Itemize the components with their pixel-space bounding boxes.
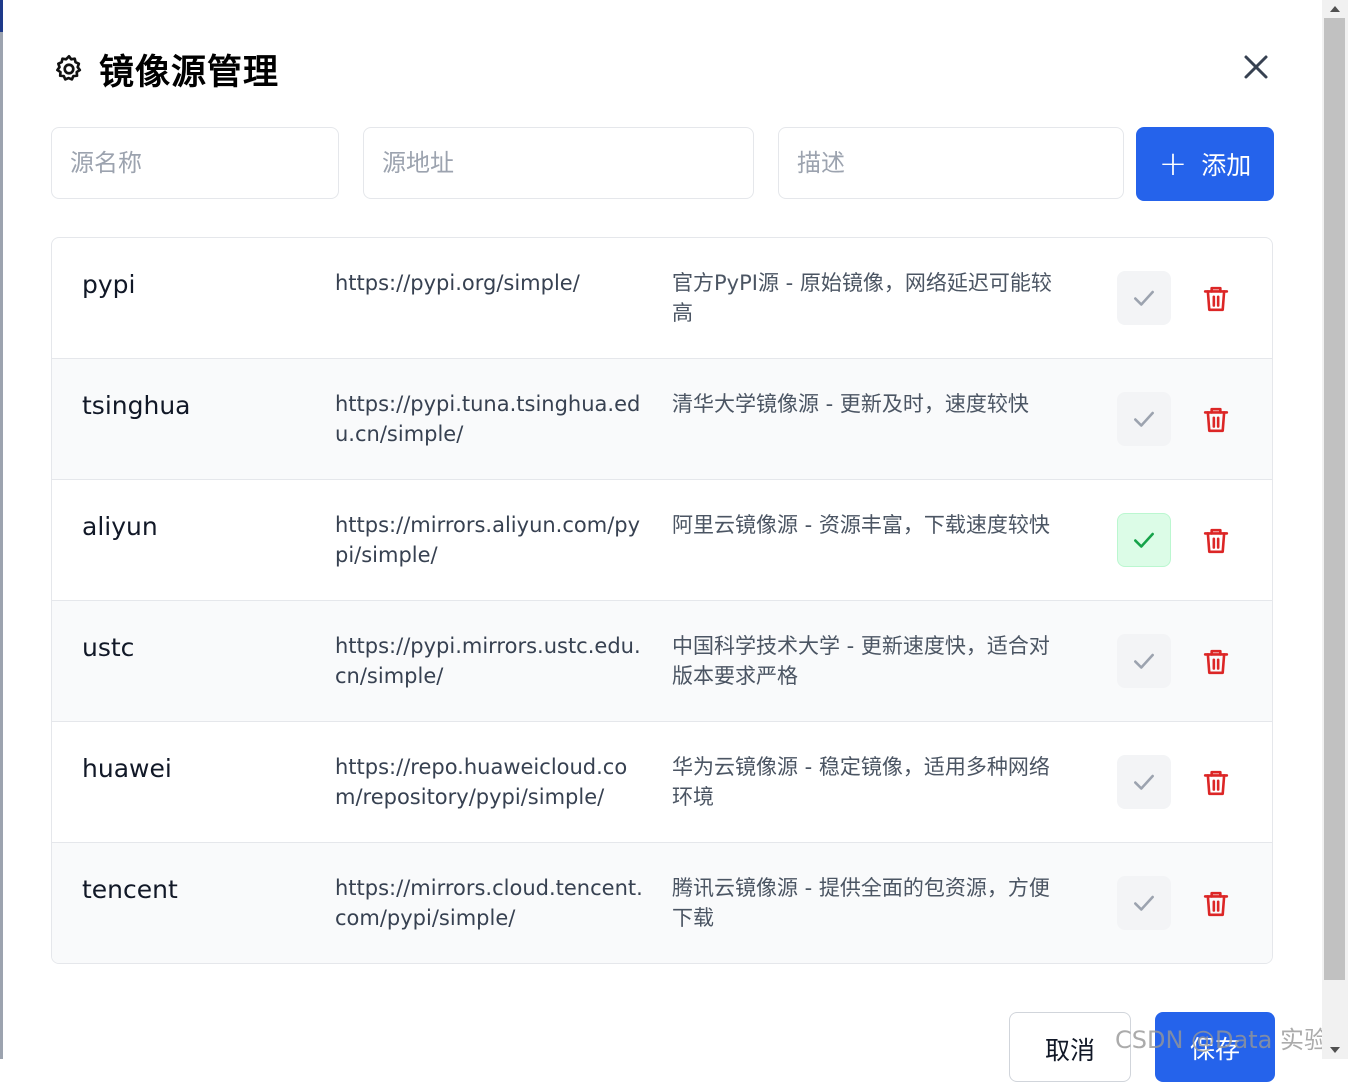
watermark: CSDN @Data 实验室 [1115,1026,1348,1054]
source-name: tencent [82,875,178,904]
source-name: huawei [82,754,172,783]
source-desc-input[interactable] [778,127,1124,199]
delete-source-button[interactable] [1201,525,1231,557]
check-icon [1134,895,1154,911]
delete-source-button[interactable] [1201,767,1231,799]
check-icon [1134,290,1154,306]
check-icon [1134,653,1154,669]
source-row: tencent https://mirrors.cloud.tencent.com… [52,843,1272,963]
source-row: pypi https://pypi.org/simple/官方PyPI源 - 原始… [52,238,1272,359]
trash-icon [1203,286,1229,312]
trash-icon [1203,891,1229,917]
source-row: ustc https://pypi.mirrors.ustc.edu.cn/sim… [52,601,1272,722]
source-row: aliyun https://mirrors.aliyun.com/pypi/si… [52,480,1272,601]
check-icon [1134,411,1154,427]
source-description: 官方PyPI源 - 原始镜像，网络延迟可能较高 [672,271,1052,325]
dialog-title: 镜像源管理 [99,52,280,93]
select-source-button[interactable] [1117,634,1171,688]
select-source-button[interactable] [1117,513,1171,567]
select-source-button[interactable] [1117,755,1171,809]
check-icon [1134,532,1154,548]
vertical-scrollbar[interactable] [1322,0,1348,1059]
source-url: https://mirrors.aliyun.com/pypi/simple/ [335,513,641,567]
source-url: https://pypi.mirrors.ustc.edu.cn/simple/ [335,634,641,688]
source-row: huawei https://repo.huaweicloud.com/repos… [52,722,1272,843]
source-list: pypi https://pypi.org/simple/官方PyPI源 - 原始… [51,237,1273,964]
plus-icon: + [1158,144,1188,184]
trash-icon [1203,528,1229,554]
delete-source-button[interactable] [1201,283,1231,315]
source-name: ustc [82,633,135,662]
source-row: tsinghua https://pypi.tuna.tsinghua.edu.c… [52,359,1272,480]
trash-icon [1203,649,1229,675]
delete-source-button[interactable] [1201,646,1231,678]
source-description: 腾讯云镜像源 - 提供全面的包资源，方便下载 [672,876,1050,930]
scroll-up-arrow-icon[interactable] [1322,0,1348,18]
close-button[interactable] [1239,50,1273,84]
select-source-button[interactable] [1117,876,1171,930]
cancel-button[interactable]: 取消 [1009,1012,1131,1082]
check-icon [1134,774,1154,790]
source-url: https://mirrors.cloud.tencent.com/pypi/s… [335,876,643,930]
source-description: 中国科学技术大学 - 更新速度快，适合对版本要求严格 [672,634,1050,688]
source-name: pypi [82,270,136,299]
source-url: https://repo.huaweicloud.com/repository/… [335,755,628,809]
scroll-down-arrow-icon[interactable] [1322,1041,1348,1059]
source-url: https://pypi.org/simple/ [335,271,580,295]
select-source-button[interactable] [1117,271,1171,325]
gear-icon [53,53,85,85]
source-name: aliyun [82,512,158,541]
trash-icon [1203,770,1229,796]
trash-icon [1203,407,1229,433]
mirror-manager-dialog: 镜像源管理 + 添加 pypi https://pypi.org/simple/官… [3,0,1348,1082]
scrollbar-thumb[interactable] [1324,18,1345,980]
source-name: tsinghua [82,391,191,420]
dialog-header: 镜像源管理 [53,46,280,93]
source-url: https://pypi.tuna.tsinghua.edu.cn/simple… [335,392,641,446]
add-source-button[interactable]: + 添加 [1136,127,1274,201]
add-button-label: 添加 [1201,151,1252,180]
delete-source-button[interactable] [1201,404,1231,436]
source-url-input[interactable] [363,127,754,199]
close-icon [1244,55,1268,79]
source-description: 清华大学镜像源 - 更新及时，速度较快 [672,392,1029,416]
select-source-button[interactable] [1117,392,1171,446]
source-description: 阿里云镜像源 - 资源丰富，下载速度较快 [672,513,1050,537]
source-name-input[interactable] [51,127,339,199]
source-description: 华为云镜像源 - 稳定镜像，适用多种网络环境 [672,755,1050,809]
delete-source-button[interactable] [1201,888,1231,920]
